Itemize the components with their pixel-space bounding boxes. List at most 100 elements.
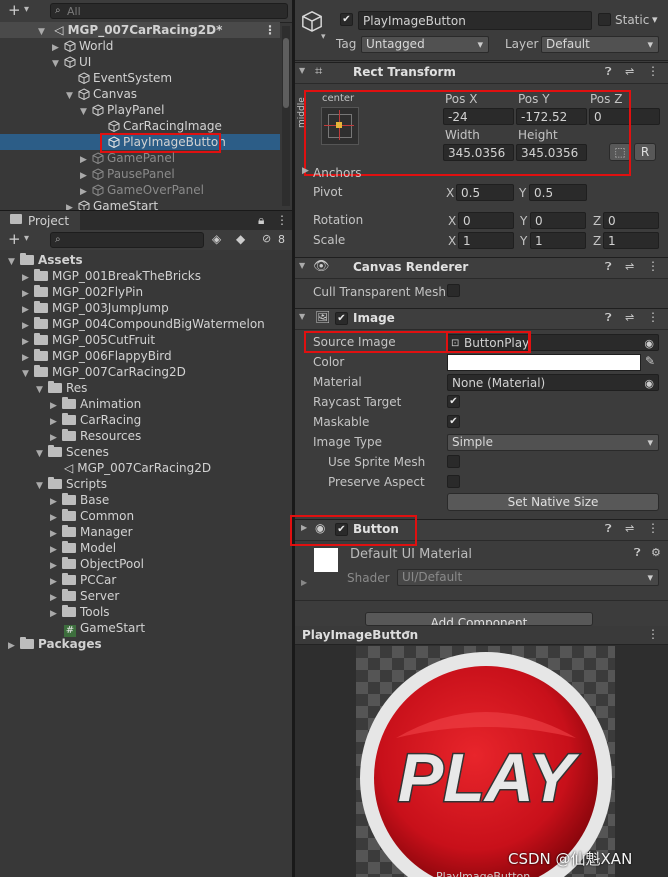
presets-icon[interactable]: ⇌ — [625, 311, 634, 324]
project-scene-file[interactable]: ◁ MGP_007CarRacing2D — [64, 460, 211, 476]
hierarchy-item-carracingimage[interactable]: CarRacingImage — [108, 118, 222, 134]
collapsed-triangle-icon[interactable]: ▶ — [50, 606, 62, 622]
filter-by-type-icon[interactable]: ◈ — [212, 232, 221, 246]
expand-triangle-icon[interactable]: ▼ — [299, 261, 305, 270]
project-folder[interactable]: ▶ Server — [50, 588, 119, 604]
scrollbar-thumb[interactable] — [283, 38, 289, 108]
chevron-down-icon[interactable]: ▾ — [24, 4, 29, 15]
menu-kebab-icon[interactable]: ⋮ — [647, 521, 659, 535]
image-enabled-checkbox[interactable]: ✔ — [335, 312, 348, 325]
project-folder[interactable]: ▶ PCCar — [50, 572, 116, 588]
image-type-dropdown[interactable]: Simple — [447, 434, 659, 451]
hierarchy-item-gamepanel[interactable]: ▶ GamePanel — [80, 150, 175, 166]
scale-y-field[interactable]: 1 — [530, 232, 586, 249]
active-checkbox[interactable]: ✔ — [340, 13, 353, 26]
help-icon[interactable]: ❓︎ — [605, 260, 612, 274]
expand-triangle-icon[interactable]: ▼ — [299, 66, 305, 75]
object-picker-icon[interactable]: ◉ — [644, 375, 654, 390]
cull-transparent-mesh-checkbox[interactable] — [447, 284, 460, 297]
preserve-aspect-checkbox[interactable] — [447, 475, 460, 488]
eyedropper-icon[interactable]: ✎ — [645, 354, 655, 368]
hierarchy-search-input[interactable]: ⌕ All — [50, 3, 288, 19]
project-folder[interactable]: ▶ CarRacing — [50, 412, 141, 428]
project-folder[interactable]: ▶ MGP_001BreakTheBricks — [22, 268, 201, 284]
collapsed-triangle-icon[interactable]: ▶ — [302, 166, 309, 176]
menu-kebab-icon[interactable]: ⋮ — [647, 310, 659, 324]
chevron-down-icon[interactable]: ▾ — [24, 233, 29, 244]
project-folder[interactable]: ▶ MGP_005CutFruit — [22, 332, 155, 348]
menu-kebab-icon[interactable]: ⋮ — [264, 22, 276, 38]
menu-kebab-icon[interactable]: ⋮ — [647, 64, 659, 78]
presets-icon[interactable]: ⇌ — [625, 260, 634, 273]
project-folder[interactable]: ▶ MGP_002FlyPin — [22, 284, 143, 300]
expand-triangle-icon[interactable]: ▼ — [38, 24, 50, 40]
project-folder[interactable]: ▶ MGP_003JumpJump — [22, 300, 169, 316]
anchors-label[interactable]: Anchors — [313, 166, 362, 180]
tag-dropdown[interactable]: Untagged — [361, 36, 489, 53]
expand-triangle-icon[interactable]: ▼ — [36, 478, 48, 494]
preview-header[interactable]: PlayImageButton ▾ ⋮ — [295, 626, 668, 645]
presets-icon[interactable]: ⇌ — [625, 65, 634, 78]
hierarchy-item-ui[interactable]: ▼ UI — [52, 54, 91, 70]
scale-z-field[interactable]: 1 — [603, 232, 659, 249]
project-folder[interactable]: ▶ Animation — [50, 396, 141, 412]
project-folder[interactable]: ▶ MGP_004CompoundBigWatermelon — [22, 316, 265, 332]
layer-dropdown[interactable]: Default — [541, 36, 659, 53]
project-folder[interactable]: ▶ Model — [50, 540, 116, 556]
project-folder-scripts[interactable]: ▼ Scripts — [36, 476, 107, 492]
project-folder[interactable]: ▶ ObjectPool — [50, 556, 144, 572]
hidden-eye-icon[interactable]: ⊘ — [262, 232, 271, 245]
project-folder-scenes[interactable]: ▼ Scenes — [36, 444, 109, 460]
chevron-down-icon[interactable]: ▾ — [652, 13, 658, 26]
project-folder[interactable]: ▶ Common — [50, 508, 134, 524]
menu-kebab-icon[interactable]: ⋮ — [276, 213, 288, 227]
project-folder[interactable]: ▼ MGP_007CarRacing2D — [22, 364, 186, 380]
static-checkbox[interactable] — [598, 13, 611, 26]
use-sprite-mesh-checkbox[interactable] — [447, 455, 460, 468]
hierarchy-scrollbar[interactable] — [282, 26, 290, 206]
expand-triangle-icon[interactable]: ▼ — [66, 88, 78, 104]
scale-x-field[interactable]: 1 — [458, 232, 514, 249]
pivot-y-field[interactable]: 0.5 — [529, 184, 587, 201]
expand-triangle-icon[interactable]: ▼ — [36, 382, 48, 398]
rect-transform-header[interactable]: ▼ ⌗ Rect Transform ❓︎ ⇌ ⋮ — [295, 62, 668, 84]
chevron-down-icon[interactable]: ▾ — [405, 628, 410, 639]
lock-icon[interactable]: 🔒︎ — [258, 213, 264, 228]
material-field[interactable]: None (Material) ◉ — [447, 374, 659, 391]
project-folder[interactable]: ▶ Tools — [50, 604, 110, 620]
hierarchy-item-world[interactable]: ▶ World — [52, 38, 113, 54]
chevron-down-icon[interactable]: ▾ — [321, 32, 326, 42]
maskable-checkbox[interactable]: ✔ — [447, 415, 460, 428]
add-icon[interactable]: + — [8, 230, 21, 248]
expand-triangle-icon[interactable]: ▼ — [80, 104, 92, 120]
expand-triangle-icon[interactable]: ▼ — [299, 312, 305, 321]
project-folder[interactable]: ▶ MGP_006FlappyBird — [22, 348, 172, 364]
raycast-target-checkbox[interactable]: ✔ — [447, 395, 460, 408]
expand-triangle-icon[interactable]: ▼ — [52, 56, 64, 72]
rotation-y-field[interactable]: 0 — [530, 212, 586, 229]
rotation-z-field[interactable]: 0 — [603, 212, 659, 229]
raw-edit-button[interactable]: R — [634, 143, 656, 161]
project-item-packages[interactable]: ▶ Packages — [8, 636, 102, 652]
help-icon[interactable]: ❓︎ — [605, 311, 612, 325]
set-native-size-button[interactable]: Set Native Size — [447, 493, 659, 511]
help-icon[interactable]: ❓︎ — [605, 65, 612, 79]
help-icon[interactable]: ❓︎ — [605, 522, 612, 536]
canvas-renderer-header[interactable]: ▼ 👁︎ Canvas Renderer ❓︎ ⇌ ⋮ — [295, 257, 668, 279]
project-folder-res[interactable]: ▼ Res — [36, 380, 87, 396]
project-item-assets[interactable]: ▼ Assets — [8, 252, 83, 268]
project-folder[interactable]: ▶ Manager — [50, 524, 133, 540]
menu-kebab-icon[interactable]: ⋮ — [647, 627, 659, 641]
add-component-button[interactable]: Add Component — [365, 612, 593, 626]
hierarchy-item-pausepanel[interactable]: ▶ PausePanel — [80, 166, 175, 182]
project-script-file[interactable]: # GameStart — [64, 620, 145, 637]
scene-header[interactable]: ▼ ◁ MGP_007CarRacing2D* ⋮ — [0, 22, 280, 38]
settings-gear-icon[interactable]: ⚙ — [651, 546, 661, 559]
pivot-x-field[interactable]: 0.5 — [456, 184, 514, 201]
hierarchy-item-playpanel[interactable]: ▼ PlayPanel — [80, 102, 164, 118]
expand-triangle-icon[interactable]: ▼ — [22, 366, 34, 382]
hierarchy-item-canvas[interactable]: ▼ Canvas — [66, 86, 137, 102]
project-folder[interactable]: ▶ Resources — [50, 428, 141, 444]
menu-kebab-icon[interactable]: ⋮ — [647, 259, 659, 273]
help-icon[interactable]: ❓︎ — [634, 546, 641, 560]
